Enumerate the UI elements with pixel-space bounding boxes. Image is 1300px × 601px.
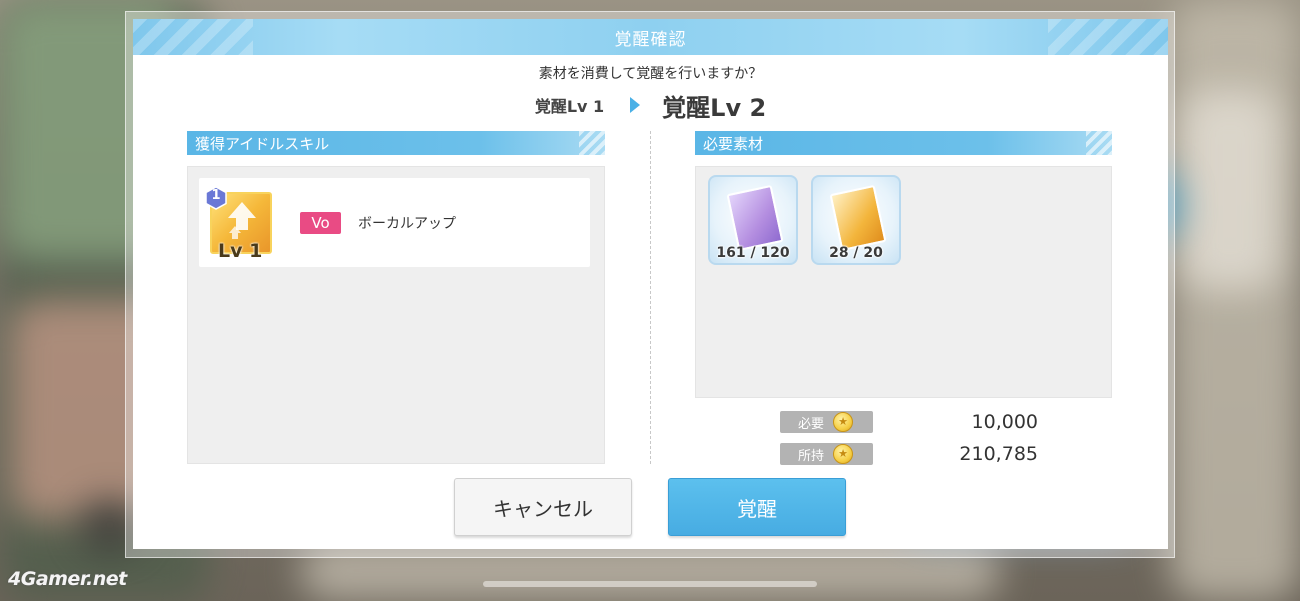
next-awaken-level: 覚醒Lv 2 xyxy=(662,93,767,122)
owned-cost-label: 所持 xyxy=(780,443,873,465)
dialog-title: 覚醒確認 xyxy=(614,29,687,50)
material-item[interactable]: 28 / 20 xyxy=(811,175,901,265)
materials-section-header: 必要素材 xyxy=(695,131,1112,155)
watermark: 4Gamer.net xyxy=(8,568,127,590)
owned-cost-value: 210,785 xyxy=(959,443,1038,465)
awaken-button[interactable]: 覚醒 xyxy=(668,478,846,536)
section-divider xyxy=(650,131,651,464)
material-item[interactable]: 161 / 120 xyxy=(708,175,798,265)
required-cost-label: 必要 xyxy=(780,411,873,433)
required-cost-value: 10,000 xyxy=(971,411,1038,433)
confirm-question: 素材を消費して覚醒を行いますか？ xyxy=(538,66,763,82)
level-change-row: 覚醒Lv 1 覚醒Lv 2 xyxy=(133,89,1168,122)
skill-section-title: 獲得アイドルスキル xyxy=(195,134,330,153)
dialog-header: 覚醒確認 xyxy=(133,19,1168,55)
coin-icon xyxy=(833,444,853,464)
skill-section-header: 獲得アイドルスキル xyxy=(187,131,605,155)
arrow-right-icon xyxy=(630,97,641,113)
skill-icon-level: Lv 1 xyxy=(218,240,263,262)
cancel-button[interactable]: キャンセル xyxy=(454,478,632,536)
purple-book-icon xyxy=(726,184,784,252)
material-quantity: 28 / 20 xyxy=(829,245,883,261)
home-indicator[interactable] xyxy=(483,581,817,587)
materials-section-title: 必要素材 xyxy=(703,134,764,153)
arrow-up-icon xyxy=(228,202,256,239)
gold-book-icon xyxy=(829,184,887,252)
current-awaken-level: 覚醒Lv 1 xyxy=(534,97,605,116)
material-quantity: 161 / 120 xyxy=(716,245,790,261)
vocal-type-tag: Vo xyxy=(300,212,341,234)
skill-count-badge: 1 xyxy=(205,186,227,210)
skill-name: ボーカルアップ xyxy=(358,216,456,232)
coin-icon xyxy=(833,412,853,432)
